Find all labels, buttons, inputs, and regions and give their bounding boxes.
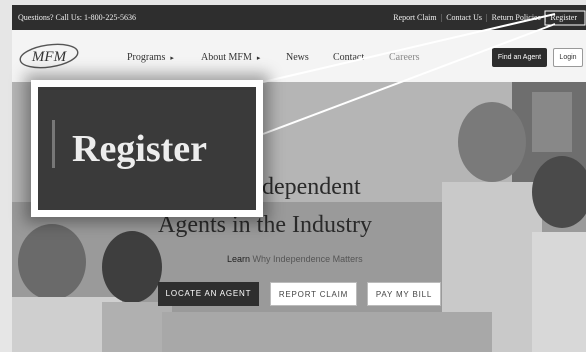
return-policies-link[interactable]: Return Policies — [490, 13, 543, 22]
learn-prefix: Learn — [227, 254, 251, 264]
caret-right-icon: ▸ — [256, 54, 261, 62]
nav-contact[interactable]: Contact — [333, 52, 364, 63]
top-utility-bar: Questions? Call Us: 1-800-225-5636 Repor… — [12, 5, 586, 30]
nav-programs[interactable]: Programs ▸ — [127, 52, 174, 63]
zoomed-topbar: Register — [38, 87, 256, 210]
contact-us-link[interactable]: Contact Us — [444, 13, 484, 22]
main-navigation: MFM Programs ▸ About MFM ▸ News Contact Ca… — [12, 30, 586, 82]
nav-about[interactable]: About MFM ▸ — [201, 52, 260, 63]
nav-news[interactable]: News — [286, 52, 309, 63]
pay-bill-button[interactable]: PAY MY BILL — [367, 282, 441, 306]
nav-careers[interactable]: Careers — [389, 52, 420, 63]
logo-text: MFM — [31, 49, 68, 65]
why-independence-link[interactable]: Why Independence Matters — [253, 254, 363, 264]
phone-contact-text: Questions? Call Us: 1-800-225-5636 — [18, 13, 136, 22]
find-agent-button[interactable]: Find an Agent — [492, 48, 547, 67]
divider — [52, 120, 55, 168]
nav-label: Programs — [127, 52, 166, 63]
locate-agent-button[interactable]: LOCATE AN AGENT — [158, 282, 259, 306]
nav-label: About MFM — [201, 52, 252, 63]
divider: | — [486, 13, 488, 22]
zoomed-register-link[interactable]: Register — [72, 127, 207, 171]
login-button[interactable]: Login — [553, 48, 583, 67]
zoom-inset: Register — [31, 80, 263, 217]
register-link[interactable]: Register — [548, 13, 579, 22]
utility-links: Report Claim | Contact Us | Return Policies |… — [391, 13, 579, 22]
report-claim-link[interactable]: Report Claim — [391, 13, 438, 22]
caret-right-icon: ▸ — [170, 54, 174, 62]
report-claim-button[interactable]: REPORT CLAIM — [270, 282, 357, 306]
mfm-logo[interactable]: MFM — [18, 42, 80, 70]
learn-more-text: Learn Why Independence Matters — [227, 254, 363, 264]
